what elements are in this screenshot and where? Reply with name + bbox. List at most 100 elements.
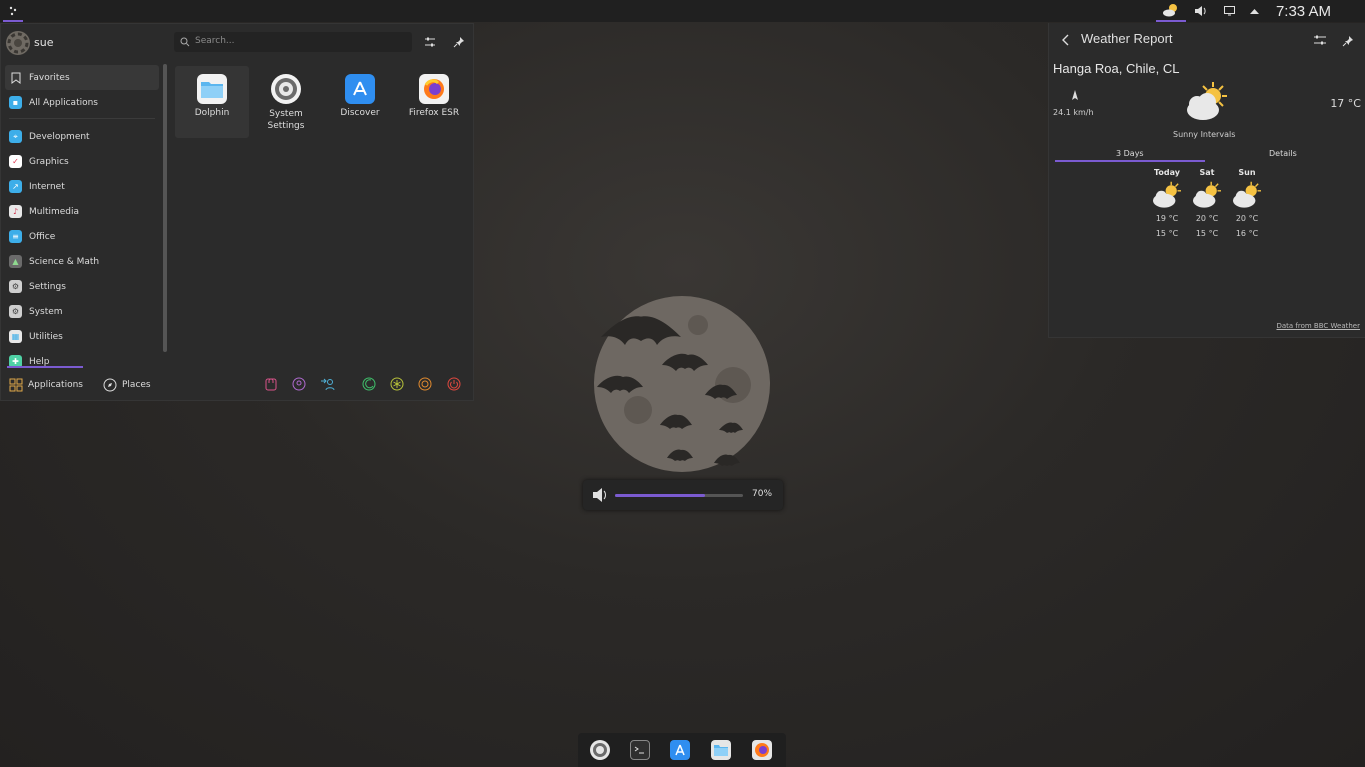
- app-store-icon: [345, 74, 375, 104]
- launcher-icon: [9, 6, 17, 15]
- sidebar-item-graphics[interactable]: ✓ Graphics: [5, 149, 159, 174]
- sidebar-item-internet[interactable]: ↗ Internet: [5, 174, 159, 199]
- tab-details[interactable]: Details: [1269, 149, 1297, 158]
- user-icon: [292, 377, 306, 391]
- speaker-icon: [593, 488, 606, 502]
- dock-discover[interactable]: [670, 740, 690, 760]
- logout-button[interactable]: [319, 375, 337, 393]
- sidebar-item-all-applications[interactable]: ▪ All Applications: [5, 90, 159, 115]
- app-dolphin[interactable]: Dolphin: [175, 66, 249, 138]
- app-firefox-esr[interactable]: Firefox ESR: [397, 66, 471, 138]
- wind-direction-icon: [1072, 90, 1078, 100]
- sidebar-item-office[interactable]: ≡ Office: [5, 224, 159, 249]
- dock-firefox[interactable]: [752, 740, 772, 760]
- pin-icon: [453, 37, 464, 48]
- sidebar-item-utilities[interactable]: ▦ Utilities: [5, 324, 159, 349]
- volume-percentage: 70%: [752, 489, 773, 499]
- graphics-icon: ✓: [9, 155, 22, 168]
- moon-icon: [362, 377, 376, 391]
- snowflake-icon: [390, 377, 404, 391]
- dock-terminal[interactable]: [630, 740, 650, 760]
- sidebar-item-label: Science & Math: [29, 256, 100, 267]
- pin-icon: [1342, 36, 1353, 47]
- tab-places[interactable]: Places: [103, 376, 151, 394]
- utilities-icon: ▦: [9, 330, 22, 343]
- back-button[interactable]: [1059, 32, 1073, 46]
- sidebar-item-label: Graphics: [29, 156, 69, 167]
- tab-applications[interactable]: Applications: [9, 376, 83, 394]
- sidebar-item-label: Development: [29, 131, 90, 142]
- active-tab-indicator: [1055, 160, 1205, 162]
- sidebar-item-label: System: [29, 306, 63, 317]
- sidebar-item-label: Internet: [29, 181, 65, 192]
- dock-system-settings[interactable]: [590, 740, 610, 760]
- settings-icon: ⚙: [9, 280, 22, 293]
- sidebar-item-development[interactable]: ⌖ Development: [5, 124, 159, 149]
- all-applications-icon: ▪: [9, 96, 22, 109]
- compass-icon: [103, 378, 117, 392]
- tab-label: Places: [122, 380, 151, 390]
- sleep-button[interactable]: [360, 375, 378, 393]
- sidebar-scrollbar[interactable]: [163, 64, 167, 352]
- switch-user-button[interactable]: [290, 375, 308, 393]
- app-system-settings[interactable]: System Settings: [249, 66, 323, 138]
- internet-icon: ↗: [9, 180, 22, 193]
- tab-3-days[interactable]: 3 Days: [1116, 149, 1144, 158]
- volume-bar: [615, 494, 743, 497]
- launcher-footer: Applications Places: [1, 366, 475, 400]
- avatar[interactable]: [6, 31, 30, 55]
- forecast-today: Today 19 °C 15 °C: [1149, 168, 1185, 238]
- username: sue: [34, 36, 54, 49]
- sidebar-item-favorites[interactable]: Favorites: [5, 65, 159, 90]
- search-input[interactable]: Search...: [174, 32, 412, 52]
- folder-icon: [714, 745, 728, 756]
- forecast-day: Sat: [1199, 168, 1215, 177]
- restart-button[interactable]: [416, 375, 434, 393]
- volume-tray-icon[interactable]: [1186, 0, 1216, 22]
- folder-icon: [197, 74, 227, 104]
- pin-button[interactable]: [451, 34, 467, 50]
- sidebar-item-multimedia[interactable]: ♪ Multimedia: [5, 199, 159, 224]
- dock-dolphin[interactable]: [711, 740, 731, 760]
- restart-icon: [418, 377, 432, 391]
- sidebar-item-settings[interactable]: ⚙ Settings: [5, 274, 159, 299]
- system-settings-icon: [593, 743, 607, 757]
- lock-screen-button[interactable]: [262, 375, 280, 393]
- weather-condition: Sunny Intervals: [1173, 130, 1236, 139]
- sunny-intervals-icon: [1193, 181, 1221, 208]
- development-icon: ⌖: [9, 130, 22, 143]
- user-switch-icon: [321, 378, 335, 391]
- tray-expander-icon[interactable]: [1244, 0, 1266, 22]
- office-icon: ≡: [9, 230, 22, 243]
- bookmark-icon: [9, 71, 22, 84]
- sidebar-item-label: Utilities: [29, 331, 63, 342]
- application-launcher-button[interactable]: [3, 1, 23, 22]
- lock-icon: [265, 378, 277, 391]
- forecast-day: Today: [1154, 168, 1180, 177]
- system-settings-icon: [271, 74, 301, 104]
- current-temperature: 17 °C: [1330, 97, 1361, 110]
- sidebar-item-science-math[interactable]: ▲ Science & Math: [5, 249, 159, 274]
- forecast-low: 15 °C: [1195, 229, 1219, 238]
- sidebar-item-label: All Applications: [29, 97, 98, 108]
- configure-weather-button[interactable]: [1313, 32, 1327, 46]
- shutdown-button[interactable]: [445, 375, 463, 393]
- weather-tray-icon[interactable]: [1155, 0, 1186, 22]
- system-tray: 7:33 AM: [1155, 0, 1365, 22]
- hibernate-button[interactable]: [388, 375, 406, 393]
- network-tray-icon[interactable]: [1216, 0, 1244, 22]
- pin-weather-button[interactable]: [1342, 32, 1356, 47]
- configure-button[interactable]: [422, 34, 438, 50]
- app-discover[interactable]: Discover: [323, 66, 397, 138]
- sliders-icon: [425, 37, 435, 47]
- forecast-low: 15 °C: [1155, 229, 1179, 238]
- digital-clock[interactable]: 7:33 AM: [1266, 0, 1365, 22]
- sidebar-item-system[interactable]: ⚙ System: [5, 299, 159, 324]
- app-store-icon: [675, 744, 685, 756]
- app-label: Dolphin: [194, 108, 230, 118]
- forecast-sun: Sun 20 °C 16 °C: [1229, 168, 1265, 238]
- sidebar-item-label: Settings: [29, 281, 66, 292]
- app-label: Firefox ESR: [408, 108, 460, 118]
- weather-source-link[interactable]: Data from BBC Weather: [1276, 322, 1360, 330]
- divider: [9, 118, 155, 119]
